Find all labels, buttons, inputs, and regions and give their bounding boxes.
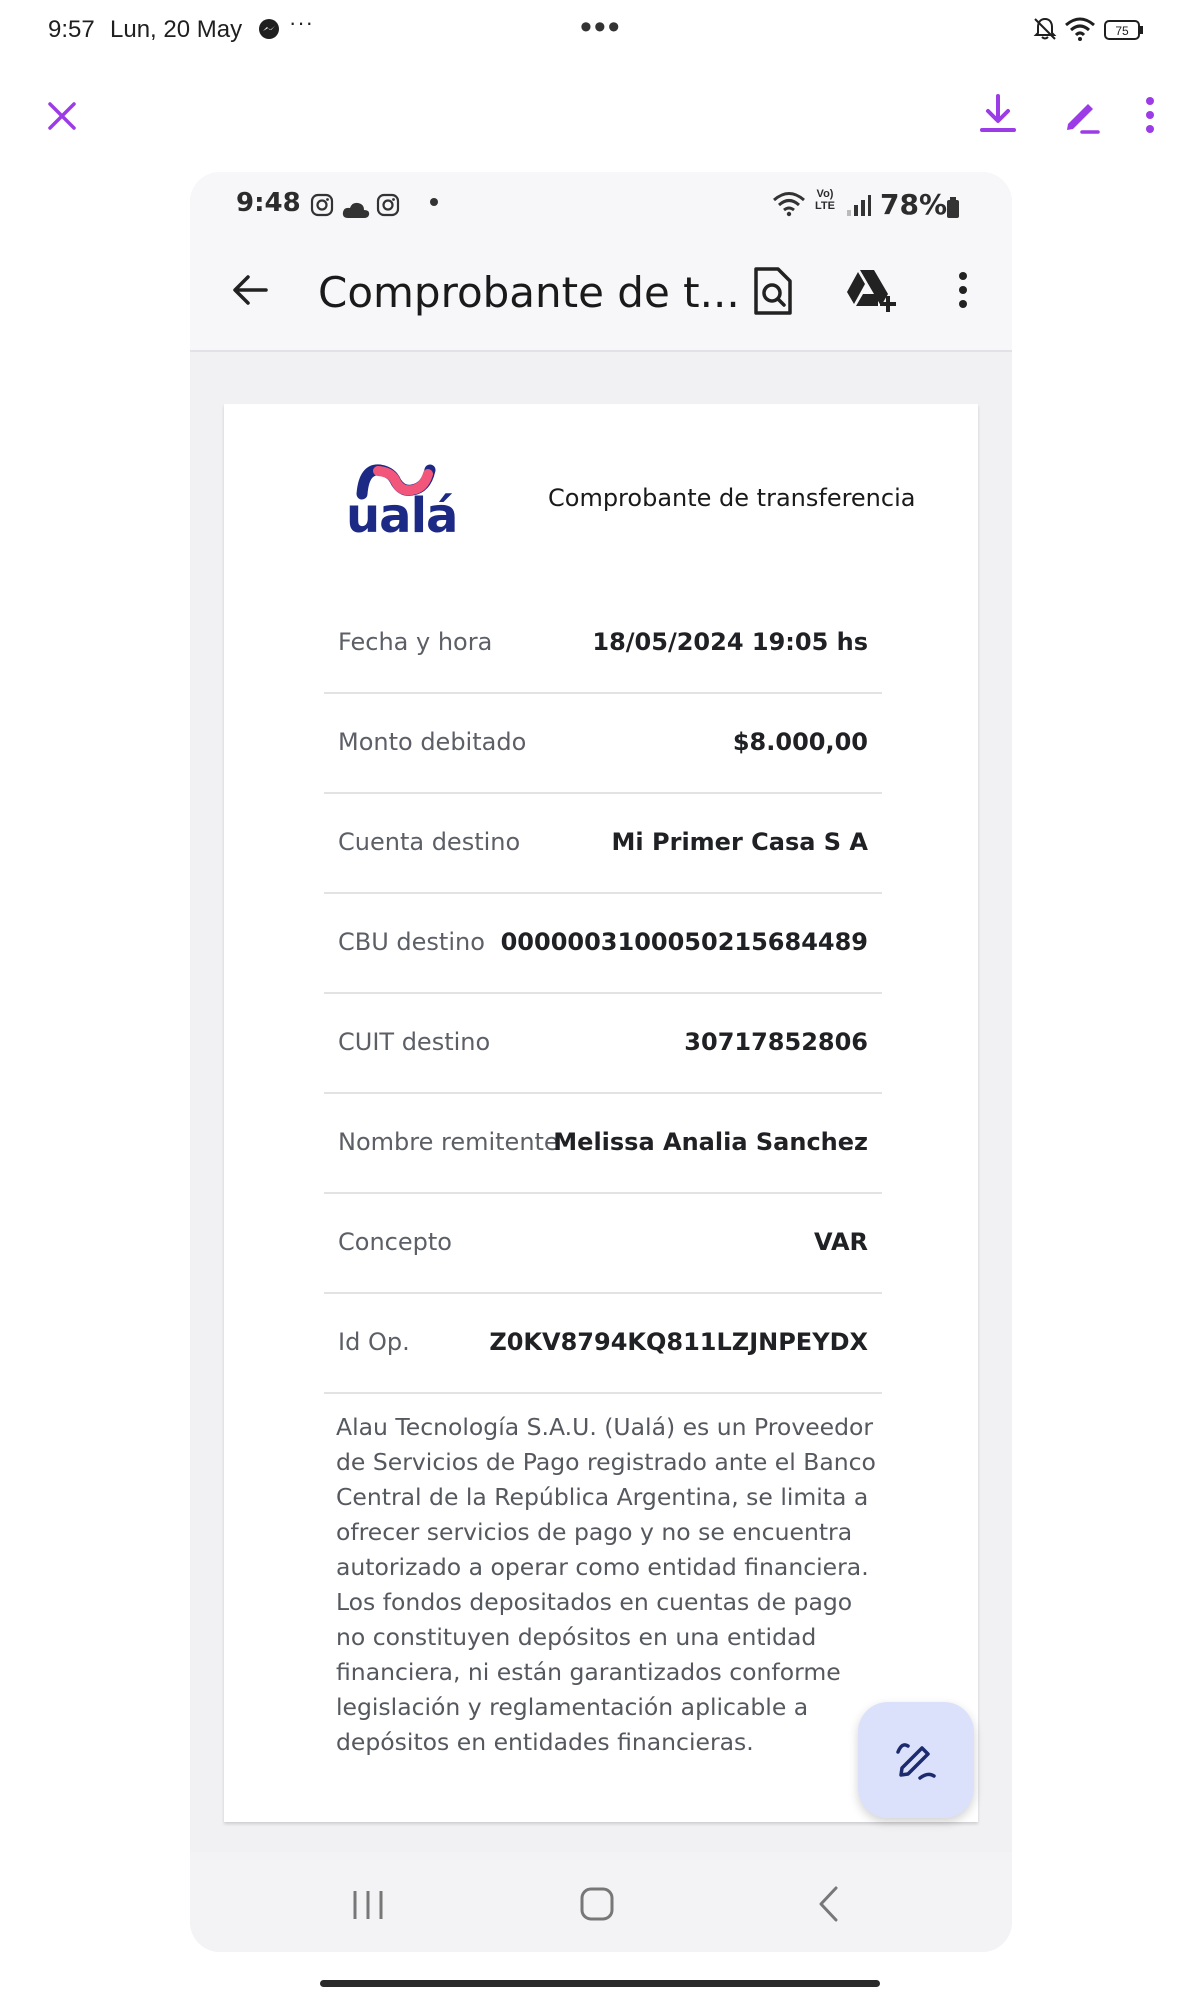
drive-add-icon bbox=[847, 270, 896, 312]
download-button[interactable] bbox=[978, 92, 1018, 136]
phone-navigation-bar bbox=[190, 1852, 1012, 1952]
recents-button[interactable] bbox=[350, 1888, 386, 1922]
cloud-icon bbox=[342, 194, 370, 218]
row-id-op: Id Op. Z0KV8794KQ811LZJNPEYDX bbox=[324, 1294, 882, 1394]
status-date: Lun, 20 May bbox=[110, 16, 243, 43]
status-center-dots: ••• bbox=[580, 8, 622, 46]
instagram-icon bbox=[310, 192, 334, 217]
more-options-button[interactable] bbox=[1140, 94, 1160, 136]
chevron-left-icon bbox=[819, 1886, 838, 1922]
row-label: Fecha y hora bbox=[338, 628, 493, 656]
viewer-toolbar bbox=[0, 80, 1200, 150]
row-cbu-destino: CBU destino 0000003100050215684489 bbox=[324, 894, 882, 994]
phone-screenshot: 9:48 Vo) LTE 78% Comprobante de t... ual… bbox=[190, 172, 1012, 1952]
sign-fab-button[interactable] bbox=[858, 1702, 974, 1818]
row-label: CUIT destino bbox=[338, 1028, 491, 1056]
row-label: CBU destino bbox=[338, 928, 485, 956]
volte-indicator: Vo) LTE bbox=[815, 188, 835, 212]
receipt-title: Comprobante de transferencia bbox=[548, 484, 916, 512]
app-more-options-button[interactable] bbox=[956, 270, 970, 310]
mute-bell-icon bbox=[1032, 16, 1058, 42]
row-monto: Monto debitado $8.000,00 bbox=[324, 694, 882, 794]
row-label: Nombre remitente bbox=[338, 1128, 559, 1156]
status-time: 9:57 bbox=[48, 16, 95, 43]
gesture-handle[interactable] bbox=[320, 1980, 880, 1987]
instagram-icon-2 bbox=[376, 192, 400, 217]
more-vertical-icon bbox=[1146, 97, 1154, 133]
back-button[interactable] bbox=[230, 270, 270, 310]
home-button[interactable] bbox=[579, 1886, 615, 1922]
messenger-icon bbox=[258, 18, 280, 40]
phone-battery-icon bbox=[946, 194, 960, 218]
row-value: Mi Primer Casa S A bbox=[611, 828, 868, 856]
transfer-receipt: ualá Comprobante de transferencia Fecha … bbox=[224, 404, 978, 1822]
row-label: Concepto bbox=[338, 1228, 452, 1256]
receipt-details: Fecha y hora 18/05/2024 19:05 hs Monto d… bbox=[324, 594, 882, 1394]
row-value: 0000003100050215684489 bbox=[500, 928, 868, 956]
legal-disclaimer: Alau Tecnología S.A.U. (Ualá) es un Prov… bbox=[336, 1413, 876, 1756]
phone-app-bar: Comprobante de t... bbox=[190, 232, 1012, 352]
document-search-icon bbox=[754, 267, 792, 315]
search-document-button[interactable] bbox=[750, 266, 794, 316]
nav-back-button[interactable] bbox=[816, 1884, 840, 1924]
edit-button[interactable] bbox=[1062, 94, 1102, 134]
row-concepto: Concepto VAR bbox=[324, 1194, 882, 1294]
phone-battery-percent: 78% bbox=[880, 188, 948, 221]
wifi-icon bbox=[1064, 16, 1096, 42]
edit-pen-icon bbox=[1067, 104, 1100, 134]
phone-status-bar: 9:48 Vo) LTE 78% bbox=[190, 172, 1012, 232]
row-value: Z0KV8794KQ811LZJNPEYDX bbox=[489, 1328, 868, 1356]
more-vertical-icon bbox=[959, 272, 967, 308]
pen-sign-icon bbox=[896, 1743, 936, 1780]
battery-icon: 75 bbox=[1104, 19, 1144, 40]
row-value: 18/05/2024 19:05 hs bbox=[592, 628, 868, 656]
row-nombre-remitente: Nombre remitente Melissa Analia Sanchez bbox=[324, 1094, 882, 1194]
row-value: 30717852806 bbox=[684, 1028, 868, 1056]
close-icon bbox=[48, 102, 76, 130]
row-label: Id Op. bbox=[338, 1328, 410, 1356]
signal-icon bbox=[846, 192, 872, 216]
notification-dot-icon bbox=[430, 198, 438, 206]
add-to-drive-button[interactable] bbox=[844, 268, 898, 314]
row-cuit-destino: CUIT destino 30717852806 bbox=[324, 994, 882, 1094]
arrow-left-icon bbox=[233, 275, 268, 305]
row-label: Cuenta destino bbox=[338, 828, 521, 856]
status-more-text: ··· bbox=[289, 10, 314, 35]
phone-wifi-icon bbox=[772, 190, 806, 218]
screen: 9:57 Lun, 20 May ··· ••• 75 9:48 Vo) LTE… bbox=[0, 0, 1200, 2000]
row-cuenta-destino: Cuenta destino Mi Primer Casa S A bbox=[324, 794, 882, 894]
row-value: VAR bbox=[814, 1228, 868, 1256]
battery-level: 75 bbox=[1115, 24, 1129, 38]
page-title: Comprobante de t... bbox=[318, 268, 740, 317]
row-label: Monto debitado bbox=[338, 728, 527, 756]
home-icon bbox=[580, 1887, 614, 1921]
row-value: Melissa Analia Sanchez bbox=[553, 1128, 868, 1156]
close-button[interactable] bbox=[44, 98, 80, 134]
uala-wordmark: ualá bbox=[346, 488, 458, 544]
row-fecha-hora: Fecha y hora 18/05/2024 19:05 hs bbox=[324, 594, 882, 694]
system-status-bar: 9:57 Lun, 20 May ··· ••• 75 bbox=[0, 0, 1200, 60]
row-value: $8.000,00 bbox=[732, 728, 868, 756]
download-icon bbox=[980, 94, 1016, 132]
recents-icon bbox=[353, 1891, 383, 1919]
phone-status-time: 9:48 bbox=[236, 188, 301, 218]
